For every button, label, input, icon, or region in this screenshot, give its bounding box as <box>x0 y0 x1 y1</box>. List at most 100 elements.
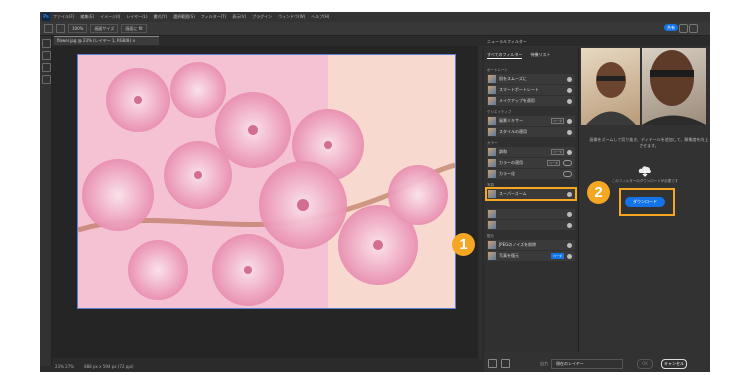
cloud-download-icon[interactable] <box>567 149 572 155</box>
layers-icon[interactable] <box>501 359 510 368</box>
filter-name: 写真を復元 <box>499 253 519 258</box>
filter-toggle[interactable] <box>563 160 572 166</box>
filter-list: すべてのフィルター 待機リスト ポートレート 肌をスムーズに スマートポートレートメ… <box>484 47 579 352</box>
home-icon[interactable] <box>44 24 53 33</box>
fill-screen-button[interactable]: 画面に fit <box>121 24 147 33</box>
filter-item[interactable]: 写真を復元 ベータ <box>487 251 575 261</box>
menu-item[interactable]: レイヤー(L) <box>126 14 147 20</box>
status-size: 888 px x 594 px (72 ppi) <box>84 363 134 369</box>
filter-name: 風景ミキサー <box>499 118 523 123</box>
filter-item[interactable]: カラーの適用 ベータ <box>487 158 575 168</box>
filter-category: 復元 <box>487 234 494 238</box>
filter-category: 写真 <box>487 183 494 187</box>
panel-footer: 出力 現在のレイヤー OK キャンセル <box>484 355 710 372</box>
filter-name: カラーの適用 <box>499 160 523 165</box>
hand-tool-icon[interactable] <box>56 24 65 33</box>
beta-badge: ベータ <box>550 149 564 155</box>
menu-item[interactable]: フィルター(T) <box>201 14 226 20</box>
filter-item[interactable] <box>487 209 575 219</box>
filter-thumbnail <box>488 86 496 94</box>
filter-thumbnail <box>488 159 496 167</box>
filter-tabs: すべてのフィルター 待機リスト <box>484 47 578 64</box>
filter-item[interactable]: 風景ミキサー ベータ <box>487 116 575 126</box>
move-tool-icon[interactable] <box>42 39 51 48</box>
callout-marker-2: 2 <box>587 181 610 204</box>
tab-all-filters[interactable]: すべてのフィルター <box>487 52 523 59</box>
filter-thumbnail <box>488 241 496 249</box>
hand-tool-icon[interactable] <box>42 63 51 72</box>
marquee-tool-icon[interactable] <box>42 51 51 60</box>
portrait-after-image <box>642 48 706 125</box>
menu-item[interactable]: ウィンドウ(W) <box>278 14 305 20</box>
filter-item-super-zoom[interactable]: スーパーズーム <box>485 187 577 201</box>
filter-item[interactable]: 調和 ベータ <box>487 147 575 157</box>
menu-bar: Ps ファイル(F) 編集(E) イメージ(I) レイヤー(L) 書式(Y) 選択範囲(S… <box>40 12 710 22</box>
filter-name: スタイルの適用 <box>499 129 527 134</box>
filter-thumbnail <box>488 252 496 260</box>
filter-item[interactable]: メイクアップを適用 <box>487 96 575 106</box>
download-note: このフィルターのダウンロードが必要です <box>611 179 679 183</box>
cloud-download-icon[interactable] <box>567 222 572 228</box>
search-icon[interactable] <box>679 24 688 33</box>
filter-thumbnail <box>488 170 496 178</box>
share-button[interactable]: 共有 <box>664 24 678 31</box>
filter-item[interactable]: スマートポートレート <box>487 85 575 95</box>
cancel-button[interactable]: キャンセル <box>661 358 687 369</box>
options-bar: 100% 画面サイズ 画面に fit <box>40 22 710 36</box>
portrait-before-image <box>581 48 640 125</box>
filter-item[interactable]: JPEGのノイズを削除 <box>487 240 575 250</box>
filter-category: クリエイティブ <box>487 110 512 114</box>
menu-item[interactable]: プラグイン <box>252 14 272 20</box>
filter-thumbnail <box>488 75 496 83</box>
menu-item[interactable]: 書式(Y) <box>154 14 168 20</box>
filter-item[interactable]: スタイルの適用 <box>487 127 575 137</box>
filter-toggle[interactable] <box>563 171 572 177</box>
cherry-blossom-photo <box>77 54 456 309</box>
cloud-download-icon[interactable] <box>567 76 572 82</box>
status-bar: 23% 27% 888 px x 594 px (72 ppi) <box>52 362 481 370</box>
filter-category: カラー <box>487 141 498 145</box>
menu-item[interactable]: 選択範囲(S) <box>173 14 195 20</box>
tab-wait-list[interactable]: 待機リスト <box>530 52 550 59</box>
workspace-icon[interactable] <box>689 24 698 33</box>
zoom-tool-icon[interactable] <box>42 75 51 84</box>
filter-thumbnail <box>488 221 496 229</box>
cloud-download-icon[interactable] <box>567 87 572 93</box>
tool-bar <box>40 36 52 366</box>
beta-badge: ベータ <box>546 160 560 166</box>
menu-item[interactable]: ファイル(F) <box>53 14 74 20</box>
filter-category <box>487 203 575 208</box>
beta-badge: ベータ <box>550 253 564 259</box>
photoshop-logo: Ps <box>42 13 50 21</box>
ok-button[interactable]: OK <box>637 358 653 369</box>
cloud-download-icon[interactable] <box>567 211 572 217</box>
fit-screen-button[interactable]: 画面サイズ <box>90 24 119 33</box>
filter-item[interactable] <box>487 220 575 230</box>
filter-item[interactable]: カラー化 <box>487 169 575 179</box>
cloud-download-icon[interactable] <box>567 191 572 197</box>
blossom-illustration <box>78 55 455 308</box>
output-select[interactable]: 現在のレイヤー <box>551 358 623 369</box>
neural-filters-panel: ニューラルフィルター すべてのフィルター 待機リスト ポートレート 肌をスムーズに… <box>484 37 710 372</box>
cloud-download-icon[interactable] <box>567 242 572 248</box>
menu-item[interactable]: 編集(E) <box>80 14 94 20</box>
portrait-after <box>642 50 706 125</box>
menu-item[interactable]: イメージ(I) <box>100 14 120 20</box>
cloud-download-icon[interactable] <box>567 129 572 135</box>
filter-thumbnail <box>488 117 496 125</box>
cloud-download-icon[interactable] <box>567 98 572 104</box>
download-button[interactable]: ダウンロード <box>625 197 665 207</box>
filter-thumbnail <box>488 97 496 105</box>
vertical-scrollbar[interactable] <box>479 46 482 361</box>
zoom-level[interactable]: 100% <box>68 24 88 33</box>
filter-item[interactable]: 肌をスムーズに <box>487 74 575 84</box>
cloud-download-icon[interactable] <box>567 118 572 124</box>
menu-item[interactable]: 表示(V) <box>232 14 246 20</box>
filter-name: スマートポートレート <box>499 87 539 92</box>
document-tab[interactable]: flower.jpg @ 23% (レイヤー 1, RGB/8) × <box>54 36 159 45</box>
status-zoom: 23% 27% <box>55 363 75 369</box>
filter-description: 画像をズームして切り抜き、ディテールを追加して、解像度を向上させます。 <box>589 137 709 148</box>
compare-icon[interactable] <box>488 359 497 368</box>
cloud-download-icon[interactable] <box>567 253 572 259</box>
menu-item[interactable]: ヘルプ(H) <box>311 14 329 20</box>
